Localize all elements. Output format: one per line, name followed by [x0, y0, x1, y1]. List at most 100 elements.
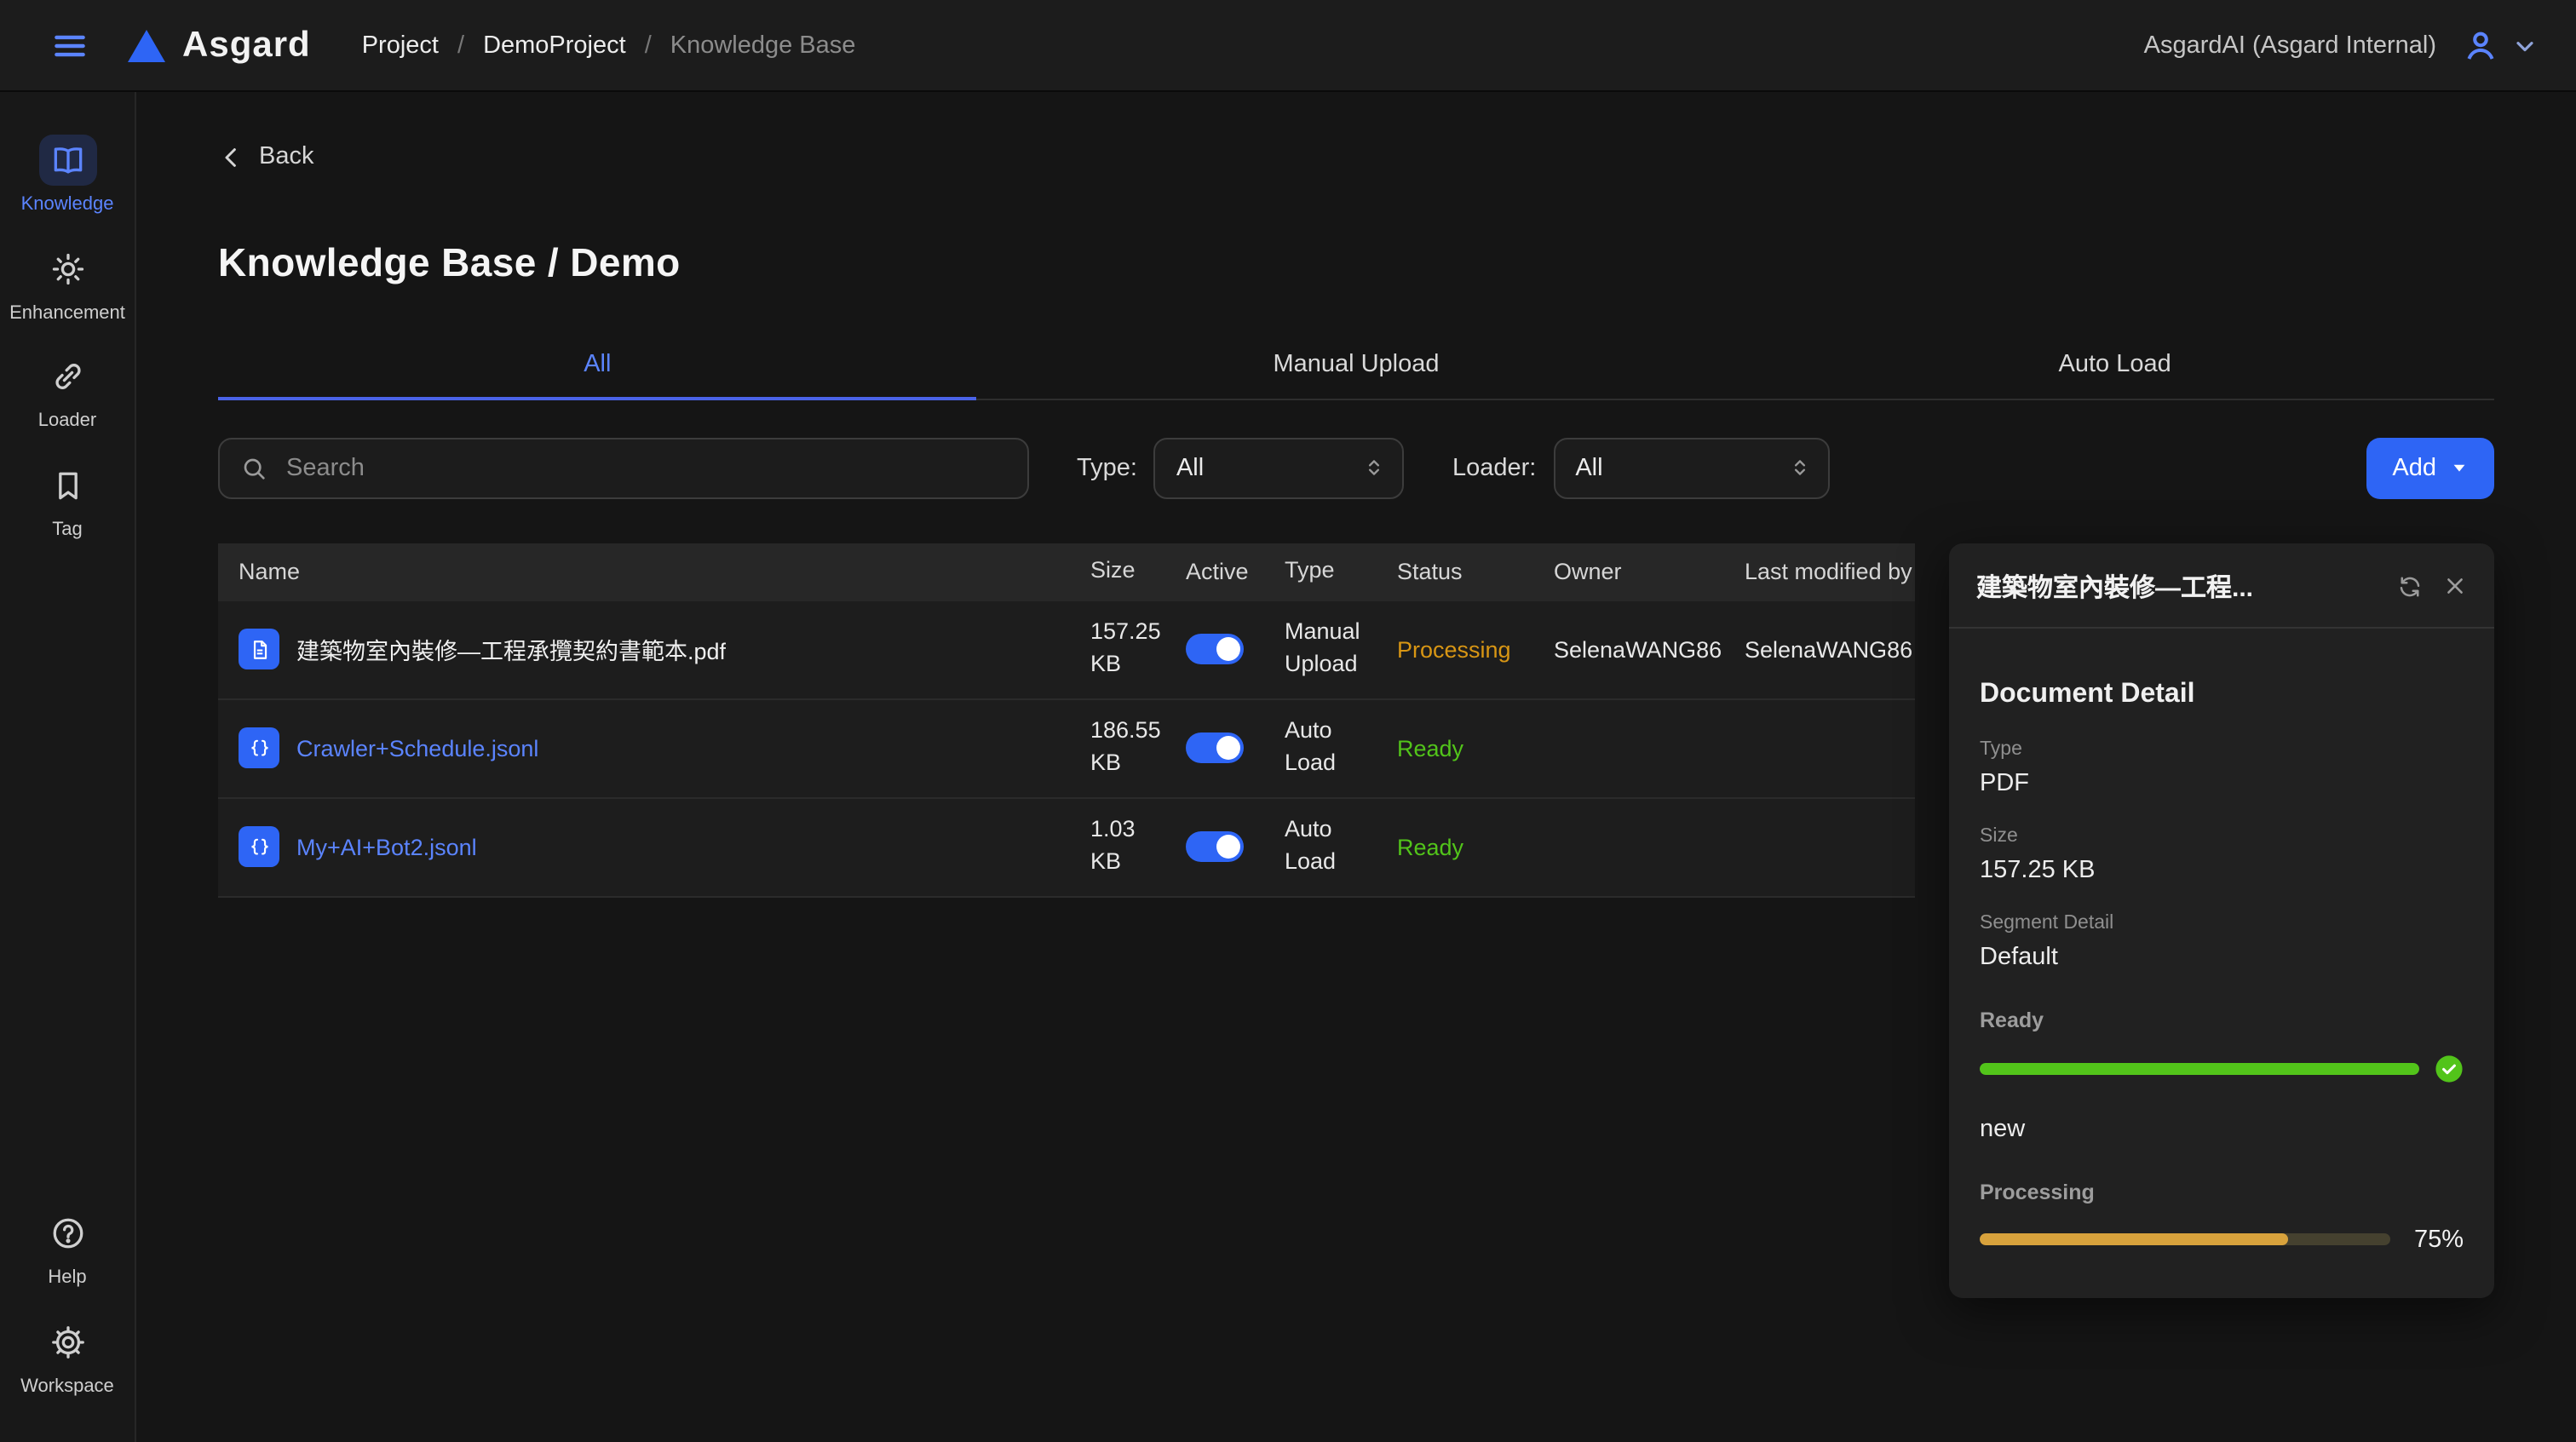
tab-bar: All Manual Upload Auto Load [218, 330, 2494, 399]
sidebar-item-workspace[interactable]: Workspace [0, 1317, 135, 1398]
table-and-panel-row: Name Size Active Type Status Owner Last … [218, 543, 2494, 1297]
document-size: 186.55 KB [1090, 715, 1186, 780]
question-circle-icon [38, 1208, 96, 1259]
breadcrumb-project[interactable]: Project [362, 32, 439, 59]
logo-triangle-icon [126, 26, 167, 64]
processing-progress-track [1980, 1233, 2390, 1245]
document-name[interactable]: 建築物室內裝修—工程承攬契約書範本.pdf [296, 632, 726, 666]
breadcrumb-separator: / [645, 32, 652, 59]
document-name[interactable]: Crawler+Schedule.jsonl [296, 735, 538, 761]
table-header-row: Name Size Active Type Status Owner Last … [218, 543, 1915, 600]
panel-body: Document Detail Type PDF Size 157.25 KB … [1949, 628, 2494, 1297]
document-size: 157.25 KB [1090, 617, 1186, 681]
sidebar: Knowledge Enhancement Loader Tag [0, 90, 136, 1442]
back-chevron-icon [218, 144, 244, 169]
breadcrumb-demoproject[interactable]: DemoProject [483, 32, 626, 59]
add-button-label: Add [2392, 454, 2436, 481]
top-bar: Asgard Project / DemoProject / Knowledge… [0, 0, 2576, 92]
toggle-knob [1216, 736, 1240, 760]
processing-progress-label: Processing [1980, 1180, 2464, 1204]
back-button[interactable]: Back [218, 143, 314, 170]
table-row-my-ai-bot[interactable]: My+AI+Bot2.jsonl 1.03 KB Auto Load Ready [218, 798, 1915, 897]
sun-icon [38, 243, 96, 294]
document-detail-panel: 建築物室內裝修—工程... Document Detail Type PDF S… [1949, 543, 2494, 1297]
type-select-value: All [1176, 454, 1364, 481]
screenshot-viewport: Asgard Project / DemoProject / Knowledge… [0, 0, 2576, 1442]
documents-table: Name Size Active Type Status Owner Last … [218, 543, 1915, 897]
ready-progress-track [1980, 1062, 2419, 1074]
asgard-app: Asgard Project / DemoProject / Knowledge… [0, 0, 2576, 1442]
pdf-file-icon [239, 629, 279, 669]
active-toggle[interactable] [1186, 831, 1244, 862]
tab-all[interactable]: All [218, 330, 977, 398]
column-header-owner: Owner [1554, 559, 1745, 584]
column-header-active: Active [1186, 559, 1285, 584]
breadcrumb-separator: / [457, 32, 464, 59]
type-filter-label: Type: [1077, 454, 1137, 481]
sidebar-item-enhancement[interactable]: Enhancement [0, 243, 135, 324]
tab-all-label: All [584, 350, 611, 377]
add-button[interactable]: Add [2366, 437, 2494, 498]
gear-icon [38, 1317, 96, 1368]
account-name: AsgardAI (Asgard Internal) [2144, 32, 2436, 59]
sidebar-item-tag[interactable]: Tag [0, 460, 135, 541]
panel-title: 建築物室內裝修—工程... [1976, 568, 2377, 604]
loader-filter-label: Loader: [1452, 454, 1536, 481]
sidebar-item-loader[interactable]: Loader [0, 352, 135, 433]
segment-name: new [1980, 1115, 2464, 1142]
tab-auto-load[interactable]: Auto Load [1735, 330, 2494, 398]
close-icon[interactable] [2443, 574, 2467, 598]
search-box[interactable] [218, 437, 1029, 498]
document-status: Processing [1397, 636, 1554, 662]
table-row-pdf-document[interactable]: 建築物室內裝修—工程承攬契約書範本.pdf 157.25 KB Manual U… [218, 600, 1915, 699]
document-name[interactable]: My+AI+Bot2.jsonl [296, 834, 477, 859]
column-header-type: Type [1285, 555, 1397, 588]
sidebar-top-group: Knowledge Enhancement Loader Tag [0, 135, 135, 568]
sidebar-label-workspace: Workspace [20, 1376, 114, 1398]
sidebar-item-knowledge[interactable]: Knowledge [0, 135, 135, 215]
loader-select-value: All [1575, 454, 1788, 481]
tab-auto-load-label: Auto Load [2059, 350, 2171, 377]
sidebar-bottom-group: Help Workspace [0, 1208, 135, 1442]
document-owner: SelenaWANG86 [1554, 636, 1745, 662]
json-file-icon [239, 826, 279, 867]
sidebar-label-loader: Loader [38, 411, 97, 433]
sidebar-label-enhancement: Enhancement [9, 302, 125, 324]
type-select[interactable]: All [1154, 437, 1405, 498]
select-arrows-icon [1364, 457, 1386, 479]
tab-manual-upload[interactable]: Manual Upload [977, 330, 1736, 398]
hamburger-menu-icon[interactable] [44, 20, 95, 71]
document-upload-type: Auto Load [1285, 715, 1397, 780]
ready-progress-label: Ready [1980, 1008, 2464, 1031]
field-label-segment-detail: Segment Detail [1980, 912, 2464, 933]
check-circle-icon [2435, 1054, 2464, 1083]
active-toggle[interactable] [1186, 634, 1244, 664]
sidebar-label-tag: Tag [52, 520, 83, 541]
link-icon [38, 352, 96, 403]
page-title: Knowledge Base / Demo [218, 239, 2494, 285]
bookmark-icon [38, 460, 96, 511]
user-avatar-icon[interactable] [2460, 25, 2501, 66]
search-input[interactable] [283, 452, 1007, 483]
panel-header: 建築物室內裝修—工程... [1949, 543, 2494, 628]
loader-select[interactable]: All [1553, 437, 1829, 498]
document-upload-type: Auto Load [1285, 814, 1397, 879]
document-status: Ready [1397, 735, 1554, 761]
processing-percent: 75% [2406, 1226, 2464, 1253]
app-logo[interactable]: Asgard [126, 25, 311, 66]
active-toggle[interactable] [1186, 732, 1244, 763]
field-value-type: PDF [1980, 769, 2464, 796]
field-value-size: 157.25 KB [1980, 856, 2464, 883]
add-caret-down-icon [2450, 458, 2469, 477]
logo-text: Asgard [182, 25, 311, 66]
sidebar-label-knowledge: Knowledge [21, 194, 114, 215]
processing-progress-bar [1980, 1233, 2288, 1245]
filter-bar: Type: All Loader: All Add [218, 437, 2494, 498]
table-row-crawler-schedule[interactable]: Crawler+Schedule.jsonl 186.55 KB Auto Lo… [218, 699, 1915, 798]
toggle-knob [1216, 637, 1240, 661]
select-arrows-icon [1788, 457, 1810, 479]
refresh-icon[interactable] [2397, 573, 2423, 599]
account-chevron-down-icon[interactable] [2511, 32, 2539, 59]
ready-progress-bar [1980, 1062, 2419, 1074]
sidebar-item-help[interactable]: Help [0, 1208, 135, 1289]
